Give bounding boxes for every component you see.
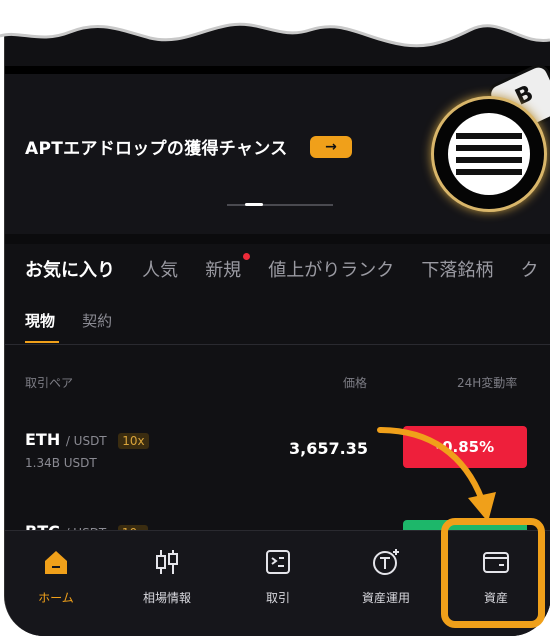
subtab-futures[interactable]: 契約 (82, 310, 112, 331)
eth-volume: 1.34B USDT (25, 456, 97, 470)
nav-home-label: ホーム (38, 591, 74, 605)
nav-markets[interactable]: 相場情報 (122, 531, 212, 631)
nav-trade-label: 取引 (265, 591, 290, 605)
guide-arrow (377, 427, 496, 522)
apt-coin-graphic (431, 96, 547, 212)
tab-losers[interactable]: 下落銘柄 (421, 256, 493, 282)
subtab-underline (25, 341, 59, 343)
banner-arrow-button[interactable]: → (310, 136, 352, 158)
trade-icon (266, 550, 290, 574)
col-change[interactable]: 24H変動率 (457, 374, 517, 391)
eth-price: 3,657.35 (289, 439, 368, 458)
subtab-spot[interactable]: 現物 (25, 310, 55, 331)
assets-highlight-box (441, 518, 545, 628)
row-eth-pair[interactable]: ETH / USDT 10x (25, 430, 149, 449)
eth-leverage-badge: 10x (118, 433, 149, 449)
banner-pagination (227, 203, 333, 206)
banner-title[interactable]: APTエアドロップの獲得チャンス (25, 134, 288, 159)
col-pair[interactable]: 取引ペア (25, 374, 73, 391)
tab-favorites[interactable]: お気に入り (25, 256, 115, 282)
nav-home[interactable]: ホーム (11, 531, 101, 631)
col-price[interactable]: 価格 (343, 374, 367, 391)
torn-edge-decoration (0, 0, 550, 48)
new-badge-dot (243, 253, 251, 260)
earn-icon (373, 549, 399, 575)
sub-tabs: 現物 契約 (25, 310, 134, 331)
tab-more[interactable]: ク (520, 256, 538, 282)
tab-new-label: 新規 (205, 260, 242, 281)
tab-new[interactable]: 新規 (205, 253, 251, 282)
nav-trade[interactable]: 取引 (233, 531, 323, 631)
nav-earn[interactable]: 資産運用 (341, 531, 431, 631)
candlestick-icon (156, 550, 178, 574)
eth-quote: / USDT (65, 434, 107, 448)
nav-earn-label: 資産運用 (361, 591, 410, 605)
tab-popular[interactable]: 人気 (142, 256, 178, 282)
eth-base: ETH (25, 430, 61, 449)
market-tabs: お気に入り 人気 新規 値上がりランク 下落銘柄 ク (25, 253, 550, 286)
nav-markets-label: 相場情報 (142, 591, 191, 605)
home-icon (45, 551, 67, 574)
tab-gainers[interactable]: 値上がりランク (268, 256, 394, 282)
